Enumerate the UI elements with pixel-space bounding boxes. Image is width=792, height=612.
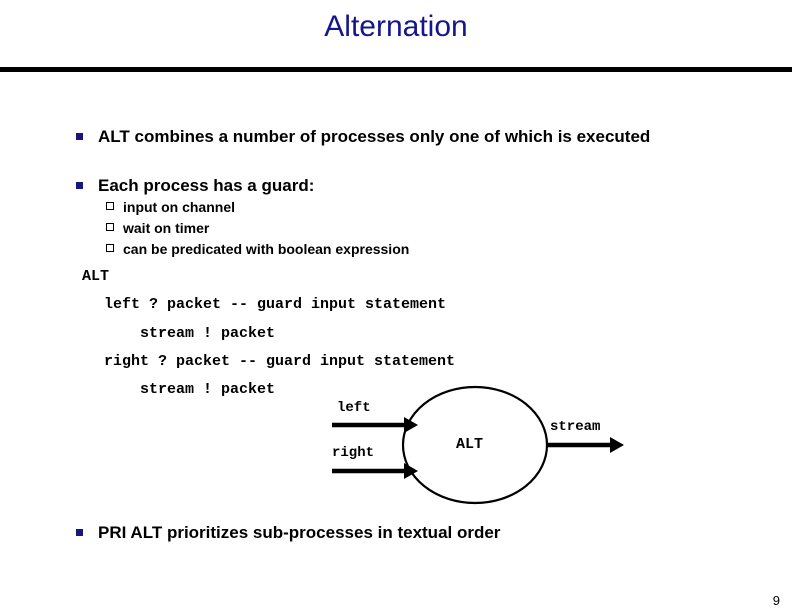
right-input-label: right [332,445,375,461]
bullet-item-2-label: Each process has a guard: [98,176,315,195]
process-circle-label: ALT [456,436,484,453]
stream-output-arrow-head [610,437,624,453]
page-title: Alternation [324,10,468,43]
stream-output-label: stream [550,419,601,435]
bullet-item-1-label: ALT combines a number of processes only … [98,127,651,146]
code-line-5: stream ! packet [140,381,276,398]
sub-bullet-item-2-label: wait on timer [123,220,210,236]
hollow-square-bullet-icon [106,202,114,210]
filled-square-bullet-icon [76,133,83,140]
filled-square-bullet-icon [76,529,83,536]
left-input-label: left [337,400,371,416]
code-line-2: left ? packet -- guard input statement [104,296,447,313]
page-number: 9 [772,593,780,608]
code-line-3: stream ! packet [140,325,276,342]
title-divider [0,67,792,72]
slide: Alternation ALT combines a number of pro… [0,0,792,612]
sub-bullet-item-3-label: can be predicated with boolean expressio… [123,241,410,257]
hollow-square-bullet-icon [106,244,114,252]
code-line-4: right ? packet -- guard input statement [104,353,456,370]
hollow-square-bullet-icon [106,223,114,231]
sub-bullet-item-1-label: input on channel [123,199,235,215]
alt-process-diagram: left right stream ALT [320,385,640,515]
filled-square-bullet-icon [76,182,83,189]
code-line-1: ALT [82,268,110,285]
bullet-item-3-label: PRI ALT prioritizes sub-processes in tex… [98,523,501,542]
